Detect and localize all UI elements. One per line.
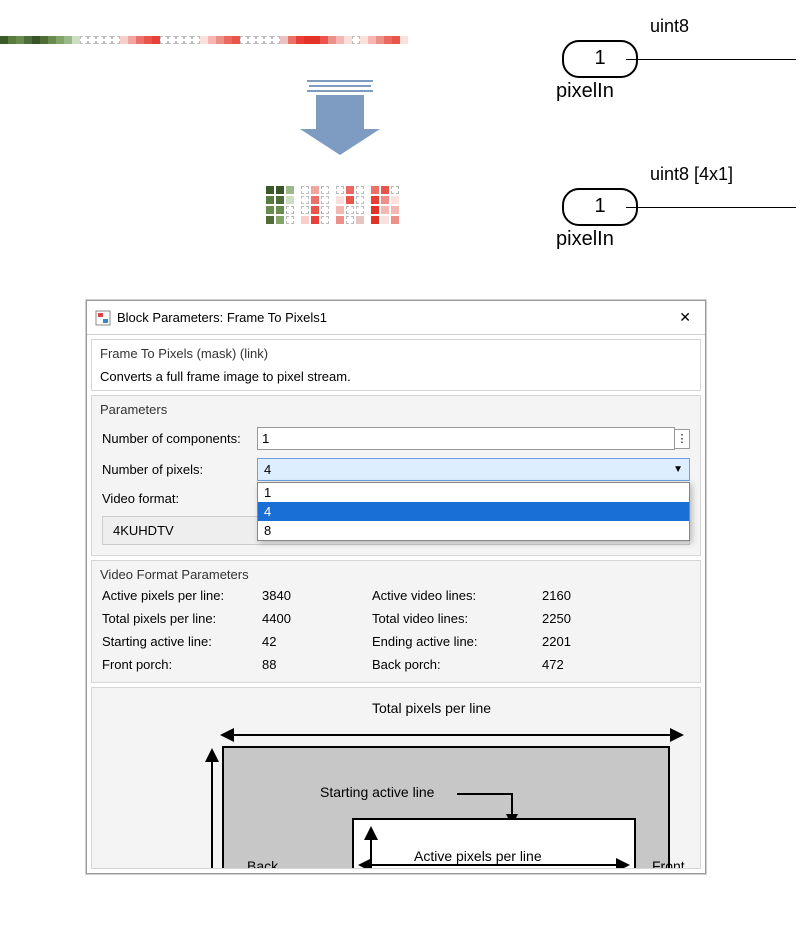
timing-diagram: Total pixels per line Starting active li…: [91, 687, 701, 869]
video-format-label: Video format:: [102, 491, 257, 506]
h-arrow-active: [360, 864, 628, 866]
caret-down-icon: ▼: [673, 464, 683, 475]
port-number: 1: [594, 195, 605, 217]
parameters-title: Parameters: [92, 396, 700, 423]
v-arrow-lines: [211, 750, 213, 869]
tvl-value: 2250: [542, 611, 622, 626]
action-menu-button[interactable]: ⋮: [675, 429, 690, 449]
sal-label: Starting active line:: [102, 634, 262, 649]
port-label-2: pixelIn: [556, 228, 614, 251]
apl-value: 3840: [262, 588, 372, 603]
mask-desc-text: Converts a full frame image to pixel str…: [100, 369, 692, 384]
diag-total-label: Total pixels per line: [372, 700, 491, 716]
num-pixels-label: Number of pixels:: [102, 462, 257, 477]
dialog-title: Block Parameters: Frame To Pixels1: [117, 310, 327, 325]
mask-header: Frame To Pixels (mask) (link): [100, 346, 692, 361]
diag-active-label: Active pixels per line: [414, 848, 542, 864]
simulink-icon: [95, 310, 111, 326]
vfp-title: Video Format Parameters: [92, 561, 700, 588]
pixel-strip-1xn: [0, 36, 408, 44]
down-arrow-icon: [300, 80, 380, 155]
eal-value: 2201: [542, 634, 622, 649]
signal-type-2: uint8 [4x1]: [650, 164, 733, 185]
option-1[interactable]: 1: [258, 483, 689, 502]
num-pixels-dropdown: 1 4 8: [257, 482, 690, 541]
pixel-strip-4xn: [266, 186, 401, 226]
block-parameters-dialog: Block Parameters: Frame To Pixels1 ✕ Fra…: [86, 300, 706, 874]
option-8[interactable]: 8: [258, 521, 689, 540]
diag-start-label: Starting active line: [320, 784, 434, 800]
close-button[interactable]: ✕: [673, 307, 697, 328]
mask-description: Frame To Pixels (mask) (link) Converts a…: [91, 339, 701, 391]
fp-value: 88: [262, 657, 372, 672]
diag-front-label: Front: [652, 858, 685, 869]
port-number: 1: [594, 47, 605, 69]
option-4[interactable]: 4: [258, 502, 689, 521]
port-label-1: pixelIn: [556, 80, 614, 103]
titlebar: Block Parameters: Frame To Pixels1 ✕: [87, 301, 705, 335]
diag-back-label: Back: [247, 858, 278, 869]
num-pixels-select[interactable]: 4 ▼ 1 4 8: [257, 458, 690, 481]
num-components-input[interactable]: [257, 427, 675, 450]
fp-label: Front porch:: [102, 657, 262, 672]
sal-value: 42: [262, 634, 372, 649]
apl-label: Active pixels per line:: [102, 588, 262, 603]
tpl-label: Total pixels per line:: [102, 611, 262, 626]
num-components-label: Number of components:: [102, 431, 257, 446]
video-format-params-section: Video Format Parameters Active pixels pe…: [91, 560, 701, 683]
signal-type-1: uint8: [650, 16, 689, 37]
inport-1[interactable]: 1: [562, 40, 638, 78]
bp-label: Back porch:: [372, 657, 542, 672]
parameters-section: Parameters Number of components: ⋮ Numbe…: [91, 395, 701, 556]
bp-value: 472: [542, 657, 622, 672]
tvl-label: Total video lines:: [372, 611, 542, 626]
eal-label: Ending active line:: [372, 634, 542, 649]
avl-value: 2160: [542, 588, 622, 603]
inport-2[interactable]: 1: [562, 188, 638, 226]
tpl-value: 4400: [262, 611, 372, 626]
h-arrow-total: [222, 734, 682, 736]
avl-label: Active video lines:: [372, 588, 542, 603]
num-pixels-value: 4: [264, 462, 271, 477]
